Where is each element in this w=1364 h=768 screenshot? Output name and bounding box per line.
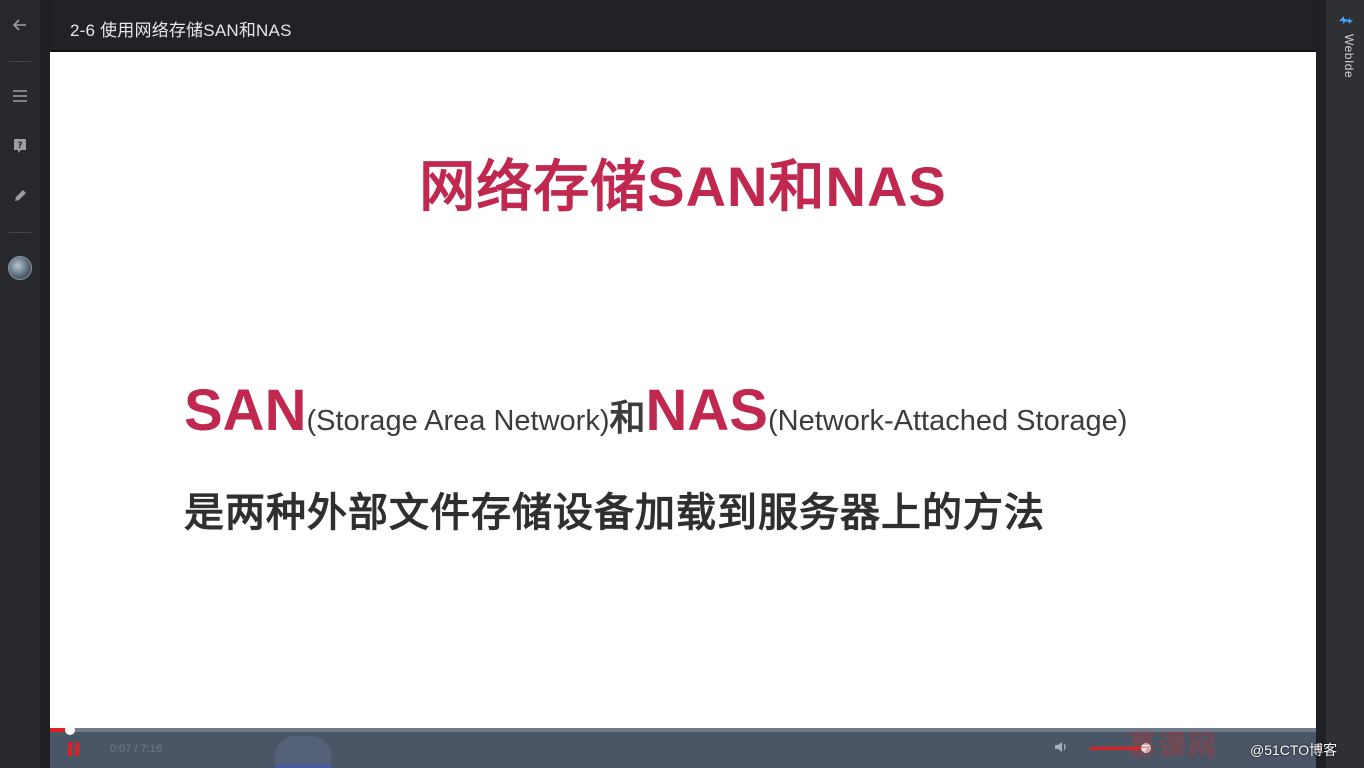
video-player[interactable]: 网络存储SAN和NAS SAN(Storage Area Network)和NA… [50, 52, 1316, 728]
webide-icon[interactable] [1336, 10, 1356, 30]
svg-text:?: ? [17, 141, 22, 151]
pause-icon [75, 742, 79, 756]
sidebar-divider [9, 232, 31, 233]
menu-icon[interactable] [0, 76, 40, 116]
webide-label[interactable]: WebIde [1334, 34, 1356, 78]
slide-line-2: 是两种外部文件存储设备加载到服务器上的方法 [184, 491, 1045, 535]
volume-icon[interactable] [1054, 740, 1068, 758]
progress-handle[interactable] [65, 725, 76, 735]
time-display: 0:07 / 7:16 [110, 743, 162, 755]
avatar-globe-icon[interactable] [0, 248, 40, 288]
pause-button[interactable] [66, 742, 82, 758]
page-title: 2-6 使用网络存储SAN和NAS [70, 21, 292, 40]
top-header: 2-6 使用网络存储SAN和NAS [50, 0, 1316, 52]
san-term: SAN [184, 378, 307, 443]
help-icon[interactable]: ? [0, 126, 40, 166]
hover-highlight [275, 736, 331, 768]
player-controls: 0:07 / 7:16 [50, 725, 1316, 768]
san-expansion: (Storage Area Network) [306, 405, 610, 437]
sidebar-divider [9, 61, 31, 62]
watermark-text: @51CTO博客 [1250, 742, 1338, 758]
nas-term: NAS [645, 378, 768, 443]
slide-title: 网络存储SAN和NAS [419, 155, 947, 218]
app-window: ? 2-6 使用网络存储SAN和NAS WebIde 网络存储SAN和NAS S… [0, 0, 1364, 768]
slide-line-1: SAN(Storage Area Network)和NAS(Network-At… [184, 377, 1127, 444]
back-arrow-icon[interactable] [0, 5, 40, 45]
conjunction-text: 和 [609, 397, 646, 438]
progress-bar[interactable] [50, 728, 1316, 732]
pause-icon [68, 742, 72, 756]
left-sidebar: ? [0, 0, 40, 768]
nas-expansion: (Network-Attached Storage) [767, 405, 1128, 437]
edit-icon[interactable] [0, 176, 40, 216]
webide-panel[interactable]: WebIde [1326, 0, 1364, 768]
